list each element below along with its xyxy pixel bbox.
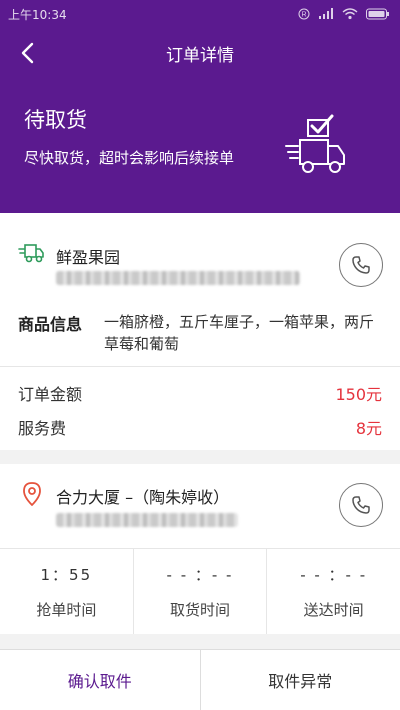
status-bar: 上午10:34 R	[0, 0, 400, 28]
order-status-subtitle: 尽快取货，超时会影响后续接单	[24, 149, 235, 167]
delivery-time-value: - - ：- -	[300, 565, 368, 584]
grab-time-value: 1：55	[40, 565, 93, 584]
time-summary: 1：55 抢单时间 - - ：- - 取货时间 - - ：- - 送达时间	[0, 548, 400, 634]
destination-address-redacted	[56, 513, 238, 527]
pickup-time-label: 取货时间	[170, 600, 231, 619]
goods-label: 商品信息	[18, 315, 83, 334]
roaming-icon: R	[298, 8, 310, 20]
pickup-time: - - ：- - 取货时间	[134, 549, 268, 634]
status-time: 上午10:34	[8, 7, 67, 22]
delivery-truck-icon	[285, 114, 345, 173]
goods-info: 一箱脐橙，五斤车厘子，一箱苹果，两斤草莓和葡萄	[104, 313, 375, 353]
confirm-pickup-button[interactable]: 确认取件	[0, 650, 201, 710]
order-status-title: 待取货	[24, 108, 87, 132]
call-recipient-button[interactable]	[339, 483, 383, 527]
shop-name: 鲜盈果园	[56, 248, 121, 267]
grab-time: 1：55 抢单时间	[0, 549, 134, 634]
location-pin-icon	[23, 482, 41, 506]
page-title: 订单详情	[166, 45, 234, 66]
svg-text:R: R	[301, 12, 306, 19]
wifi-icon	[342, 8, 358, 20]
shop-truck-icon	[18, 244, 44, 263]
service-fee-label: 服务费	[18, 419, 67, 438]
call-shop-button[interactable]	[339, 243, 383, 287]
destination-name: 合力大厦 –（陶朱婷收）	[56, 488, 230, 507]
signal-icon	[319, 8, 333, 19]
order-amount-value: 150元	[335, 385, 382, 404]
status-icons: R	[298, 8, 390, 20]
battery-icon	[366, 8, 389, 20]
back-arrow-icon	[21, 42, 34, 64]
delivery-time-label: 送达时间	[303, 600, 364, 619]
nav-bar: 订单详情	[0, 28, 400, 78]
delivery-time: - - ：- - 送达时间	[267, 549, 400, 634]
pickup-exception-button[interactable]: 取件异常	[200, 650, 400, 710]
back-button[interactable]	[14, 40, 40, 66]
service-fee-value: 8元	[355, 419, 382, 438]
order-header: 上午10:34 R 订单详情 待取货 尽快取货，超时会影响后续接单	[0, 0, 400, 213]
grab-time-label: 抢单时间	[36, 600, 97, 619]
shop-address-redacted	[56, 271, 300, 285]
pickup-time-value: - - ：- -	[166, 565, 234, 584]
action-bar: 确认取件 取件异常	[0, 649, 400, 710]
phone-icon	[352, 496, 370, 514]
phone-icon	[352, 256, 370, 274]
order-amount-label: 订单金额	[18, 385, 83, 404]
